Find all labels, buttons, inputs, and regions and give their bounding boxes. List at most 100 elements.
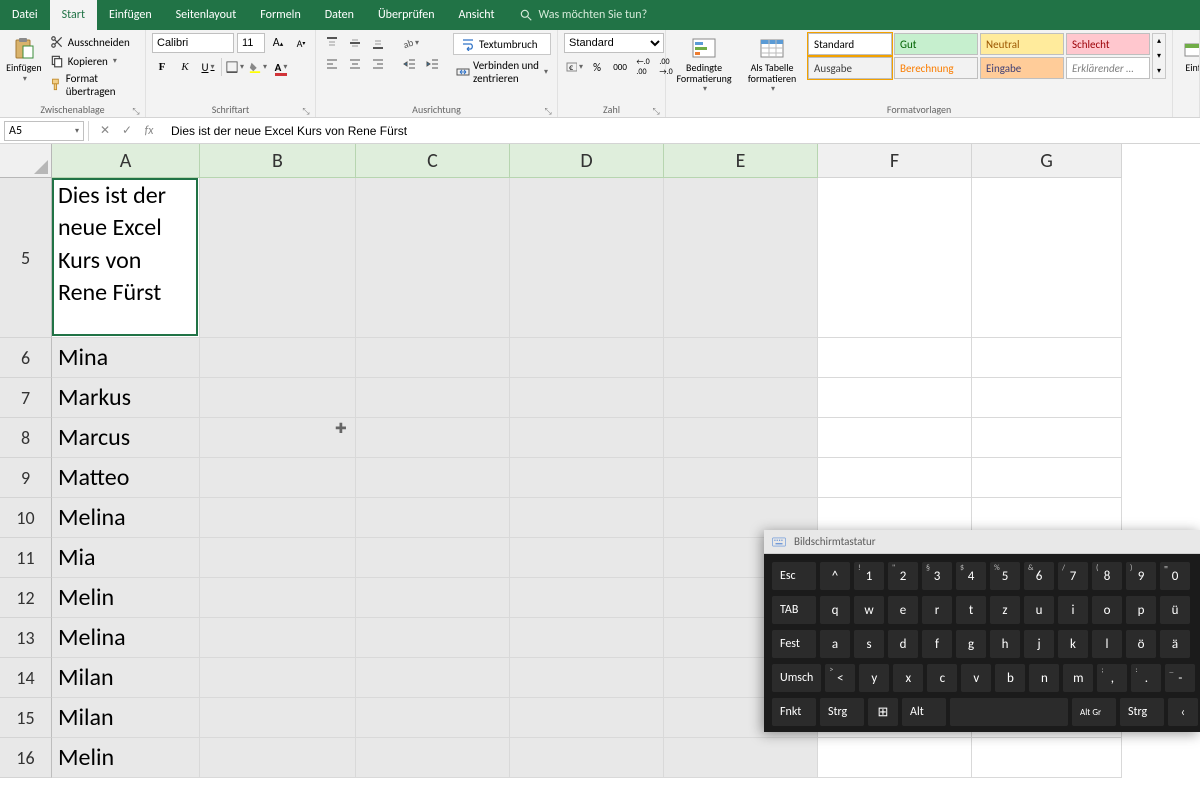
cell-D14[interactable]	[510, 658, 664, 698]
gallery-up-icon[interactable]: ▴	[1153, 34, 1165, 48]
number-format-combo[interactable]: Standard	[564, 33, 664, 53]
osk-titlebar[interactable]: Bildschirmtastatur	[764, 530, 1200, 554]
row-header-8[interactable]: 8	[0, 418, 52, 458]
cell-A15[interactable]: Milan	[52, 698, 200, 738]
key-m[interactable]: m	[1063, 664, 1093, 692]
dialog-launcher-icon[interactable]: ⤡	[301, 106, 311, 116]
cell-F9[interactable]	[818, 458, 972, 498]
increase-font-button[interactable]: A▴	[268, 33, 288, 53]
cell-B13[interactable]	[200, 618, 356, 658]
percent-button[interactable]: %	[587, 57, 607, 77]
row-header-9[interactable]: 9	[0, 458, 52, 498]
key-7[interactable]: /7	[1058, 562, 1088, 590]
align-bottom-button[interactable]	[368, 33, 388, 53]
cell-D15[interactable]	[510, 698, 664, 738]
cell-D6[interactable]	[510, 338, 664, 378]
cell-C11[interactable]	[356, 538, 510, 578]
italic-button[interactable]: K	[175, 57, 195, 77]
cell-C15[interactable]	[356, 698, 510, 738]
align-top-button[interactable]	[322, 33, 342, 53]
bold-button[interactable]: F	[152, 57, 172, 77]
key-strg[interactable]: Strg	[820, 698, 864, 726]
cell-F7[interactable]	[818, 378, 972, 418]
cell-G5[interactable]	[972, 178, 1122, 338]
col-header-D[interactable]: D	[510, 144, 664, 178]
cell-C16[interactable]	[356, 738, 510, 778]
key-3[interactable]: §3	[922, 562, 952, 590]
cell-A7[interactable]: Markus	[52, 378, 200, 418]
cell-A14[interactable]: Milan	[52, 658, 200, 698]
gallery-down-icon[interactable]: ▾	[1153, 49, 1165, 63]
style-neutral[interactable]: Neutral	[980, 33, 1064, 55]
key-4[interactable]: $4	[956, 562, 986, 590]
cut-button[interactable]: Ausschneiden	[46, 33, 139, 51]
enter-icon[interactable]: ✓	[119, 123, 135, 138]
cell-B9[interactable]	[200, 458, 356, 498]
accounting-format-button[interactable]: €▾	[564, 57, 584, 77]
key-[interactable]: :.	[1131, 664, 1161, 692]
tab-file[interactable]: Datei	[0, 0, 50, 30]
key-w[interactable]: w	[854, 596, 884, 624]
key-[interactable]: ‹	[1168, 698, 1198, 726]
row-header-6[interactable]: 6	[0, 338, 52, 378]
cell-A5[interactable]: Dies ist der neue Excel Kurs von Rene Fü…	[52, 178, 200, 338]
cell-D9[interactable]	[510, 458, 664, 498]
col-header-G[interactable]: G	[972, 144, 1122, 178]
key-y[interactable]: y	[859, 664, 889, 692]
row-header-5[interactable]: 5	[0, 178, 52, 338]
style-gut[interactable]: Gut	[894, 33, 978, 55]
key-6[interactable]: &6	[1024, 562, 1054, 590]
key-e[interactable]: e	[888, 596, 918, 624]
cell-E9[interactable]	[664, 458, 818, 498]
insert-cells-button[interactable]: Einf	[1179, 33, 1200, 76]
style-eingabe[interactable]: Eingabe	[980, 57, 1064, 79]
dialog-launcher-icon[interactable]: ⤡	[131, 106, 141, 116]
key-l[interactable]: l	[1092, 630, 1122, 658]
row-header-12[interactable]: 12	[0, 578, 52, 618]
key-f[interactable]: f	[922, 630, 952, 658]
style-berechnung[interactable]: Berechnung	[894, 57, 978, 79]
cell-D13[interactable]	[510, 618, 664, 658]
key-a[interactable]: a	[820, 630, 850, 658]
fill-color-button[interactable]: ▾	[248, 57, 268, 77]
cell-B8[interactable]	[200, 418, 356, 458]
cell-E6[interactable]	[664, 338, 818, 378]
cell-E5[interactable]	[664, 178, 818, 338]
cell-D11[interactable]	[510, 538, 664, 578]
col-header-C[interactable]: C	[356, 144, 510, 178]
key-[interactable]: ;,	[1097, 664, 1127, 692]
key-[interactable]: _-	[1165, 664, 1195, 692]
cell-A6[interactable]: Mina	[52, 338, 200, 378]
cell-A12[interactable]: Melin	[52, 578, 200, 618]
tab-ansicht[interactable]: Ansicht	[447, 0, 507, 30]
cell-A11[interactable]: Mia	[52, 538, 200, 578]
name-box[interactable]: A5 ▾	[4, 121, 84, 141]
cell-B16[interactable]	[200, 738, 356, 778]
cell-G6[interactable]	[972, 338, 1122, 378]
format-as-table-button[interactable]: Als Tabelle formatieren▾	[742, 33, 802, 96]
key-9[interactable]: )9	[1126, 562, 1156, 590]
merge-center-button[interactable]: Verbinden und zentrieren ▾	[453, 58, 551, 86]
row-header-16[interactable]: 16	[0, 738, 52, 778]
key-strg[interactable]: Strg	[1120, 698, 1164, 726]
tell-me[interactable]: Was möchten Sie tun?	[507, 0, 660, 30]
row-header-10[interactable]: 10	[0, 498, 52, 538]
key-u[interactable]: u	[1024, 596, 1054, 624]
key-q[interactable]: q	[820, 596, 850, 624]
row-header-15[interactable]: 15	[0, 698, 52, 738]
cell-B15[interactable]	[200, 698, 356, 738]
key-n[interactable]: n	[1029, 664, 1059, 692]
cell-F6[interactable]	[818, 338, 972, 378]
cell-B7[interactable]	[200, 378, 356, 418]
cell-F5[interactable]	[818, 178, 972, 338]
font-color-button[interactable]: A▾	[271, 57, 291, 77]
style-standard[interactable]: Standard	[808, 33, 892, 55]
tab-daten[interactable]: Daten	[313, 0, 366, 30]
cell-E7[interactable]	[664, 378, 818, 418]
key-k[interactable]: k	[1058, 630, 1088, 658]
cell-D8[interactable]	[510, 418, 664, 458]
key-1[interactable]: !1	[854, 562, 884, 590]
cell-A8[interactable]: Marcus	[52, 418, 200, 458]
row-header-11[interactable]: 11	[0, 538, 52, 578]
cell-B12[interactable]	[200, 578, 356, 618]
